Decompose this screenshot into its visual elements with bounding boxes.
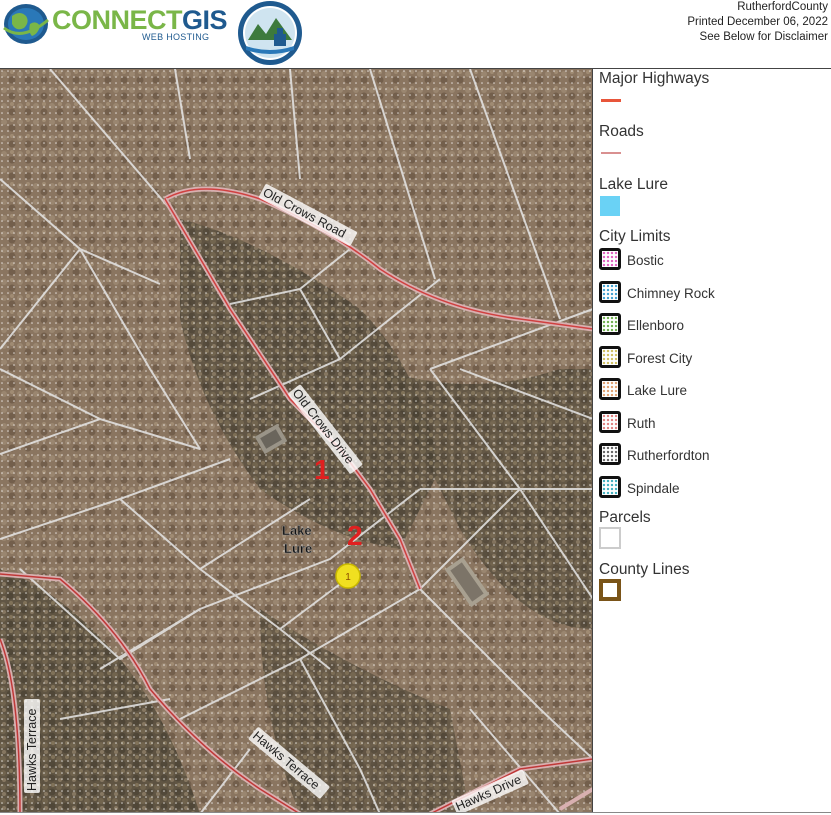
legend-rutherfordton-swatch (599, 443, 621, 465)
legend-county-lines-title: County Lines (599, 561, 690, 578)
printed-date: Printed December 06, 2022 (687, 16, 828, 28)
marker-1-label: 1 (314, 454, 330, 485)
legend-lake-lure-city-swatch (599, 378, 621, 400)
logo-subtitle: WEB HOSTING (142, 32, 210, 42)
legend-lake-lure-city-label: Lake Lure (627, 383, 688, 398)
area-label-lake-lure: Lake (282, 523, 312, 538)
legend-bostic-label: Bostic (627, 253, 664, 268)
legend-lake-lure-swatch (600, 196, 620, 216)
connectgis-logo: CONNECTGIS WEB HOSTING (2, 2, 232, 46)
footer-divider (0, 812, 831, 813)
legend-ellenboro-label: Ellenboro (627, 318, 685, 333)
legend-roads-swatch (601, 152, 621, 154)
legend-parcels-title: Parcels (599, 509, 651, 526)
legend-forest-city-label: Forest City (627, 351, 693, 366)
legend-lake-lure-title: Lake Lure (599, 176, 668, 193)
legend-spindale-swatch (599, 476, 621, 498)
legend-rutherfordton-label: Rutherfordton (627, 448, 710, 463)
legend-chimney-rock-swatch (599, 281, 621, 303)
legend-bostic-swatch (599, 248, 621, 270)
county-seal-icon (238, 1, 302, 65)
header-divider (0, 68, 831, 69)
svg-text:1: 1 (345, 572, 351, 583)
legend-spindale-label: Spindale (627, 481, 680, 496)
logo-wordmark: CONNECTGIS (52, 5, 228, 35)
legend-ruth-swatch (599, 411, 621, 433)
map-canvas[interactable]: Old Crows Road Old Crows Drive Hawks Ter… (0, 69, 593, 813)
map-view[interactable]: Old Crows Road Old Crows Drive Hawks Ter… (0, 68, 593, 813)
county-name: RutherfordCounty (737, 1, 828, 13)
legend-major-highways-swatch (601, 99, 621, 102)
area-label-lake-lure-2: Lure (284, 541, 312, 556)
legend-chimney-rock-label: Chimney Rock (627, 286, 715, 301)
marker-2-label: 2 (347, 520, 363, 551)
legend-parcels-swatch (599, 527, 621, 549)
disclaimer-note: See Below for Disclaimer (699, 31, 828, 43)
map-legend-divider (592, 68, 593, 813)
point-marker[interactable]: 1 (335, 563, 361, 589)
legend-ellenboro-swatch (599, 313, 621, 335)
print-info: RutherfordCounty Printed December 06, 20… (687, 0, 828, 45)
legend-ruth-label: Ruth (627, 416, 656, 431)
legend-roads-title: Roads (599, 123, 644, 140)
legend-county-lines-swatch (599, 579, 621, 601)
legend-major-highways-title: Major Highways (599, 70, 710, 87)
globe-icon (3, 4, 49, 44)
header: CONNECTGIS WEB HOSTING RutherfordCounty … (0, 0, 831, 68)
label-hawks-terrace-vertical: Hawks Terrace (25, 709, 39, 791)
legend-city-limits-title: City Limits (599, 228, 671, 245)
legend-forest-city-swatch (599, 346, 621, 368)
